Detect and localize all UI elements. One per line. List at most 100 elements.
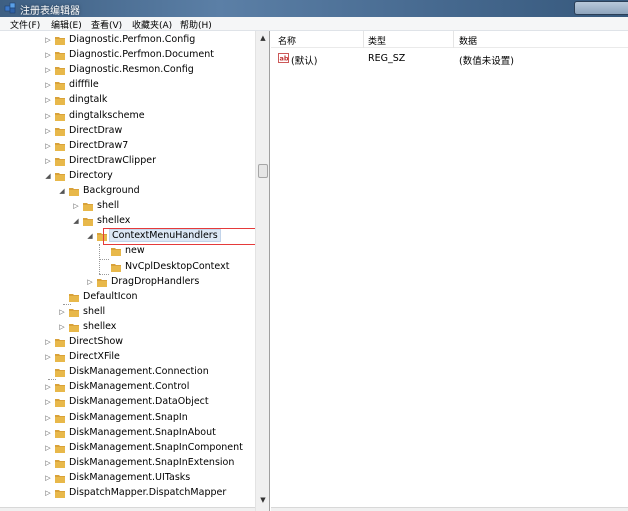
tree-item-label: dingtalkscheme [69, 109, 145, 121]
value-data: (数值未设置) [459, 56, 514, 67]
tree-item-label: DefaultIcon [83, 290, 138, 302]
tree-connector [63, 304, 71, 305]
column-header-name[interactable]: 名称 [278, 34, 296, 47]
menu-help[interactable]: 帮助(H) [180, 18, 212, 31]
tree-expander-icon[interactable]: ▷ [44, 157, 52, 166]
tree-expander-icon[interactable]: ▷ [44, 353, 52, 362]
tree-expander-icon[interactable]: ▷ [44, 51, 52, 60]
tree-item-label: shellex [83, 320, 117, 332]
folder-icon [55, 399, 65, 408]
folder-icon [69, 323, 79, 332]
folder-icon [55, 82, 65, 91]
tree-expander-icon[interactable]: ▷ [44, 112, 52, 121]
tree-expander-icon[interactable]: ▷ [44, 459, 52, 468]
folder-icon [83, 218, 93, 227]
folder-icon [97, 278, 107, 287]
value-row[interactable]: ab (默认) REG_SZ (数值未设置) [271, 51, 628, 67]
tree-expander-icon[interactable]: ▷ [58, 323, 66, 332]
tree-item-label: DispatchMapper.DispatchMapper [69, 487, 227, 498]
ab-string-icon: ab [278, 53, 289, 63]
svg-text:ab: ab [280, 55, 289, 63]
folder-icon [55, 172, 65, 181]
tree-expander-icon[interactable]: ◢ [72, 217, 80, 226]
tree-expander-icon[interactable]: ▷ [44, 414, 52, 423]
tree-expander-icon[interactable]: ▷ [86, 278, 94, 287]
folder-icon [55, 384, 65, 393]
folder-icon [69, 308, 79, 317]
tree-expander-icon[interactable]: ▷ [44, 489, 52, 498]
tree-expander-icon[interactable]: ▷ [44, 36, 52, 45]
folder-icon [55, 157, 65, 166]
tree-connector [99, 274, 109, 275]
tree-expander-icon[interactable]: ▷ [44, 142, 52, 151]
tree-expander-icon[interactable]: ▷ [44, 383, 52, 392]
tree-item-label: DirectDraw7 [69, 139, 129, 151]
values-list-pane[interactable]: 名称 类型 数据 ab (默认) REG_SZ (数值未设置) [271, 31, 628, 511]
tree-expander-icon[interactable]: ▷ [44, 81, 52, 90]
tree-expander-icon[interactable]: ◢ [44, 172, 52, 181]
folder-icon [55, 97, 65, 106]
menu-view[interactable]: 查看(V) [91, 18, 122, 31]
column-separator[interactable] [453, 31, 454, 48]
scrollbar-thumb[interactable] [258, 164, 268, 178]
column-separator[interactable] [363, 31, 364, 48]
menu-file[interactable]: 文件(F) [10, 18, 40, 31]
column-header-type[interactable]: 类型 [368, 34, 386, 47]
tree-item-label: DiskManagement.SnapInExtension [69, 456, 235, 468]
tree-item-label: shell [97, 200, 120, 212]
minimize-button[interactable] [574, 1, 628, 15]
folder-icon [111, 248, 121, 257]
folder-icon [55, 369, 65, 378]
tree-item-label: new [125, 245, 145, 257]
tree-expander-icon[interactable]: ◢ [86, 232, 94, 241]
folder-icon [55, 429, 65, 438]
tree-item-label: DiskManagement.SnapInAbout [69, 426, 216, 438]
tree-item-label: DirectXFile [69, 351, 120, 363]
tree-item-label: DragDropHandlers [111, 275, 200, 287]
tree-expander-icon[interactable]: ▷ [44, 429, 52, 438]
tree-item-label: DiskManagement.SnapInComponent [69, 441, 243, 453]
folder-icon [55, 414, 65, 423]
title-bar: 注册表编辑器 [0, 0, 628, 17]
tree-expander-icon[interactable]: ▷ [44, 96, 52, 105]
folder-icon [69, 293, 79, 302]
menu-edit[interactable]: 编辑(E) [51, 18, 82, 31]
folder-icon [111, 263, 121, 272]
scroll-down-arrow-icon[interactable]: ▼ [256, 493, 269, 507]
folder-icon [69, 188, 79, 196]
scroll-up-arrow-icon[interactable]: ▲ [256, 31, 269, 45]
column-header-data[interactable]: 数据 [459, 34, 477, 47]
tree-vertical-scrollbar[interactable]: ▲ ▼ [255, 31, 269, 511]
tree-item-label: DiskManagement.SnapIn [69, 411, 188, 423]
tree-expander-icon[interactable]: ▷ [58, 308, 66, 317]
folder-icon [55, 354, 65, 363]
tree-item-label: DirectShow [69, 336, 124, 347]
tree-expander-icon[interactable]: ▷ [44, 398, 52, 407]
menu-favorites[interactable]: 收藏夹(A) [132, 18, 172, 31]
tree-expander-icon[interactable]: ▷ [44, 444, 52, 453]
tree-item-label: difffile [69, 79, 99, 91]
folder-icon [55, 67, 65, 76]
tree-horizontal-scrollbar[interactable] [0, 507, 255, 511]
tree-item-label: Directory [69, 169, 113, 181]
tree-expander-icon[interactable]: ▷ [44, 338, 52, 347]
window-title: 注册表编辑器 [20, 6, 80, 17]
folder-icon [55, 127, 65, 136]
registry-tree-pane[interactable]: ▷ Diagnostic.Perfmon.Config ▷ Diagnostic.Pe… [0, 31, 270, 511]
tree-item-label: shellex [97, 215, 131, 227]
tree-expander-icon[interactable]: ▷ [44, 66, 52, 75]
tree-item-label: DiskManagement.UITasks [69, 471, 191, 483]
tree-expander-icon[interactable]: ▷ [72, 202, 80, 211]
tree-item-label: DiskManagement.Connection [69, 366, 209, 378]
tree-expander-icon[interactable]: ▷ [44, 127, 52, 136]
tree-item-label: Diagnostic.Perfmon.Config [69, 34, 196, 45]
tree-item-label: DiskManagement.DataObject [69, 396, 209, 408]
tree-expander-icon[interactable]: ◢ [58, 187, 66, 196]
folder-icon [55, 444, 65, 453]
annotation-highlight-box [103, 228, 262, 245]
folder-icon [55, 490, 65, 498]
list-horizontal-scrollbar[interactable] [271, 507, 628, 511]
tree-expander-icon[interactable]: ▷ [44, 474, 52, 483]
